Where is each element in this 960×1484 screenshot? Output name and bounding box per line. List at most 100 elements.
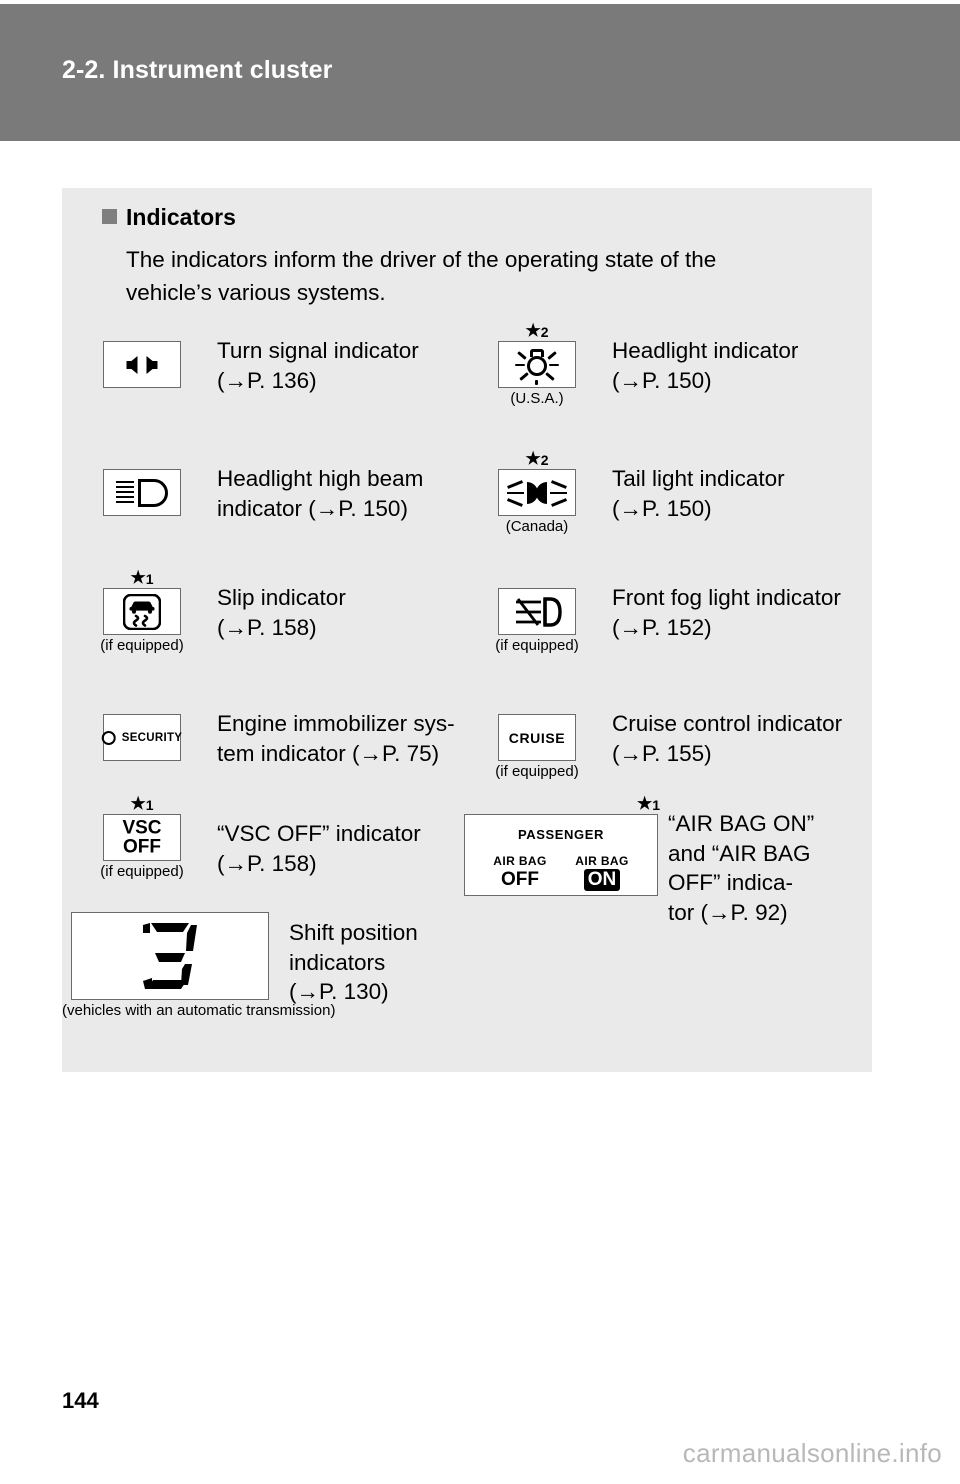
- watermark: carmanualsonline.info: [682, 1438, 942, 1468]
- headlight-indicator-icon: [498, 341, 576, 388]
- arrow-right-icon: [146, 355, 158, 374]
- section-bullet-icon: [102, 209, 117, 224]
- air-bag-on-small-label: AIR BAG: [575, 854, 629, 868]
- intro-block: Indicators The indicators inform the dri…: [102, 206, 842, 309]
- indicator-description: Front fog light indicator (→P. 152): [612, 583, 872, 642]
- description-line-2: (→P. 150): [612, 495, 712, 521]
- indicator-description: Turn signal indicator (→P. 136): [217, 336, 467, 395]
- icon-sub-caption: (if equipped): [100, 637, 184, 654]
- vsc-label-line-2: OFF: [122, 836, 161, 858]
- air-bag-off-status: OFF: [501, 869, 539, 891]
- footnote-number: 1: [652, 797, 660, 813]
- icon-column: ★1 PASSENGER AIR BAG OFF AIR BAG ON: [454, 795, 668, 899]
- footnote-number: 1: [145, 797, 154, 813]
- description-line-1: Shift position: [289, 920, 418, 945]
- tail-lamp-right-icon: [536, 481, 547, 504]
- description-line-2: indicator (→P. 150): [217, 495, 408, 521]
- vsc-label-line-1: VSC: [122, 817, 162, 839]
- description-line-1: Engine immobilizer sys-: [217, 711, 455, 736]
- description-line-2: (→P. 136): [217, 367, 317, 393]
- indicator-description: “AIR BAG ON” and “AIR BAG OFF” indica- t…: [668, 809, 848, 928]
- description-line-1: Tail light indicator: [612, 466, 785, 491]
- footnote-number: 2: [540, 452, 549, 468]
- arrow-left-icon: [126, 355, 138, 374]
- tail-light-icon: [498, 469, 576, 516]
- footnote-marker: ★2: [525, 321, 549, 340]
- indicator-description: Slip indicator (→P. 158): [217, 583, 467, 642]
- description-line-2: (→P. 158): [217, 850, 317, 876]
- air-bag-on-status: ON: [583, 869, 621, 892]
- icon-column: (vehicles with an automatic transmission…: [62, 908, 336, 1020]
- page-header-band: 2-2. Instrument cluster: [0, 4, 960, 141]
- indicator-description: Engine immobilizer sys- tem indicator (→…: [217, 709, 467, 768]
- cruise-label: CRUISE: [508, 729, 566, 746]
- slip-indicator-icon: [103, 588, 181, 635]
- description-line-1: Front fog light indicator: [612, 585, 841, 610]
- vsc-off-icon: VSC OFF: [103, 814, 181, 861]
- icon-sub-caption: (if equipped): [495, 763, 579, 780]
- description-line-3: (→P. 130): [289, 979, 389, 1005]
- turn-signal-icon: [103, 341, 181, 388]
- indicator-description: “VSC OFF” indicator (→P. 158): [217, 819, 467, 878]
- icon-column: [67, 450, 217, 519]
- icon-column: [67, 322, 217, 391]
- section-heading: Indicators: [126, 204, 236, 230]
- description-line-1: “VSC OFF” indicator: [217, 821, 421, 846]
- icon-column: SECURITY: [67, 695, 217, 764]
- description-line-1: Cruise control indicator: [612, 711, 843, 736]
- icon-sub-caption: (Canada): [505, 518, 569, 535]
- icon-column: ★2: [462, 450, 612, 536]
- icon-sub-caption: (vehicles with an automatic transmission…: [62, 1002, 336, 1019]
- icon-sub-caption: (if equipped): [100, 863, 184, 880]
- page-title: 2-2. Instrument cluster: [62, 56, 333, 84]
- description-line-1: “AIR BAG ON”: [668, 811, 815, 836]
- shift-position-icon: [70, 912, 269, 1000]
- footnote-number: 2: [540, 324, 549, 340]
- passenger-label: PASSENGER: [517, 827, 605, 842]
- description-line-1: Headlight indicator: [612, 338, 799, 363]
- bulb-cap-icon: [530, 348, 544, 357]
- indicator-description: Cruise control indicator (→P. 155): [612, 709, 872, 768]
- security-indicator-icon: SECURITY: [101, 714, 183, 761]
- description-line-2: tem indicator (→P. 75): [217, 740, 440, 766]
- icon-column: (if equipped): [462, 569, 612, 655]
- high-beam-icon: [103, 469, 181, 516]
- security-label: SECURITY: [121, 731, 183, 744]
- description-line-2: (→P. 158): [217, 614, 317, 640]
- air-bag-off-group: AIR BAG OFF: [479, 854, 561, 891]
- cruise-control-icon: CRUISE: [498, 714, 576, 761]
- description-line-1: Turn signal indicator: [217, 338, 419, 363]
- description-line-2: (→P. 155): [612, 740, 712, 766]
- footnote-marker: ★1: [130, 568, 154, 587]
- footnote-marker: ★1: [636, 794, 660, 813]
- description-line-2: (→P. 152): [612, 614, 712, 640]
- air-bag-on-off-icon: PASSENGER AIR BAG OFF AIR BAG ON: [464, 814, 658, 896]
- section-body-line-1: The indicators inform the driver of the …: [126, 247, 717, 272]
- description-line-3: OFF” indica-: [668, 870, 794, 896]
- description-line-1: Slip indicator: [217, 585, 346, 610]
- air-bag-on-group: AIR BAG ON: [561, 854, 643, 892]
- air-bag-off-small-label: AIR BAG: [493, 854, 547, 868]
- indicator-description: Shift position indicators (→P. 130): [289, 918, 489, 1007]
- icon-sub-caption: (if equipped): [495, 637, 579, 654]
- indicator-description: Headlight indicator (→P. 150): [612, 336, 872, 395]
- lamp-bulb-icon: [138, 478, 168, 507]
- icon-sub-caption: (U.S.A.): [510, 390, 564, 407]
- slip-car-icon: [123, 593, 161, 630]
- icon-column: CRUISE (if equipped): [462, 695, 612, 781]
- description-line-4: tor (→P. 92): [668, 900, 788, 926]
- footnote-number: 1: [145, 571, 154, 587]
- seven-segment-digit-3: [142, 923, 197, 989]
- bulb-core-icon: [527, 355, 547, 376]
- key-ring-icon: [101, 730, 116, 745]
- footnote-marker: ★1: [130, 794, 154, 813]
- indicator-description: Tail light indicator (→P. 150): [612, 464, 872, 523]
- section-body: The indicators inform the driver of the …: [102, 244, 842, 309]
- indicator-description: Headlight high beam indicator (→P. 150): [217, 464, 467, 523]
- description-line-2: indicators: [289, 949, 386, 975]
- footnote-marker: ★2: [525, 449, 549, 468]
- description-line-2: and “AIR BAG: [668, 840, 811, 866]
- icon-column: ★1 VSC OFF (if equipped): [67, 795, 217, 881]
- description-line-1: Headlight high beam: [217, 466, 424, 491]
- icon-column: ★1 (if equipped): [67, 569, 217, 655]
